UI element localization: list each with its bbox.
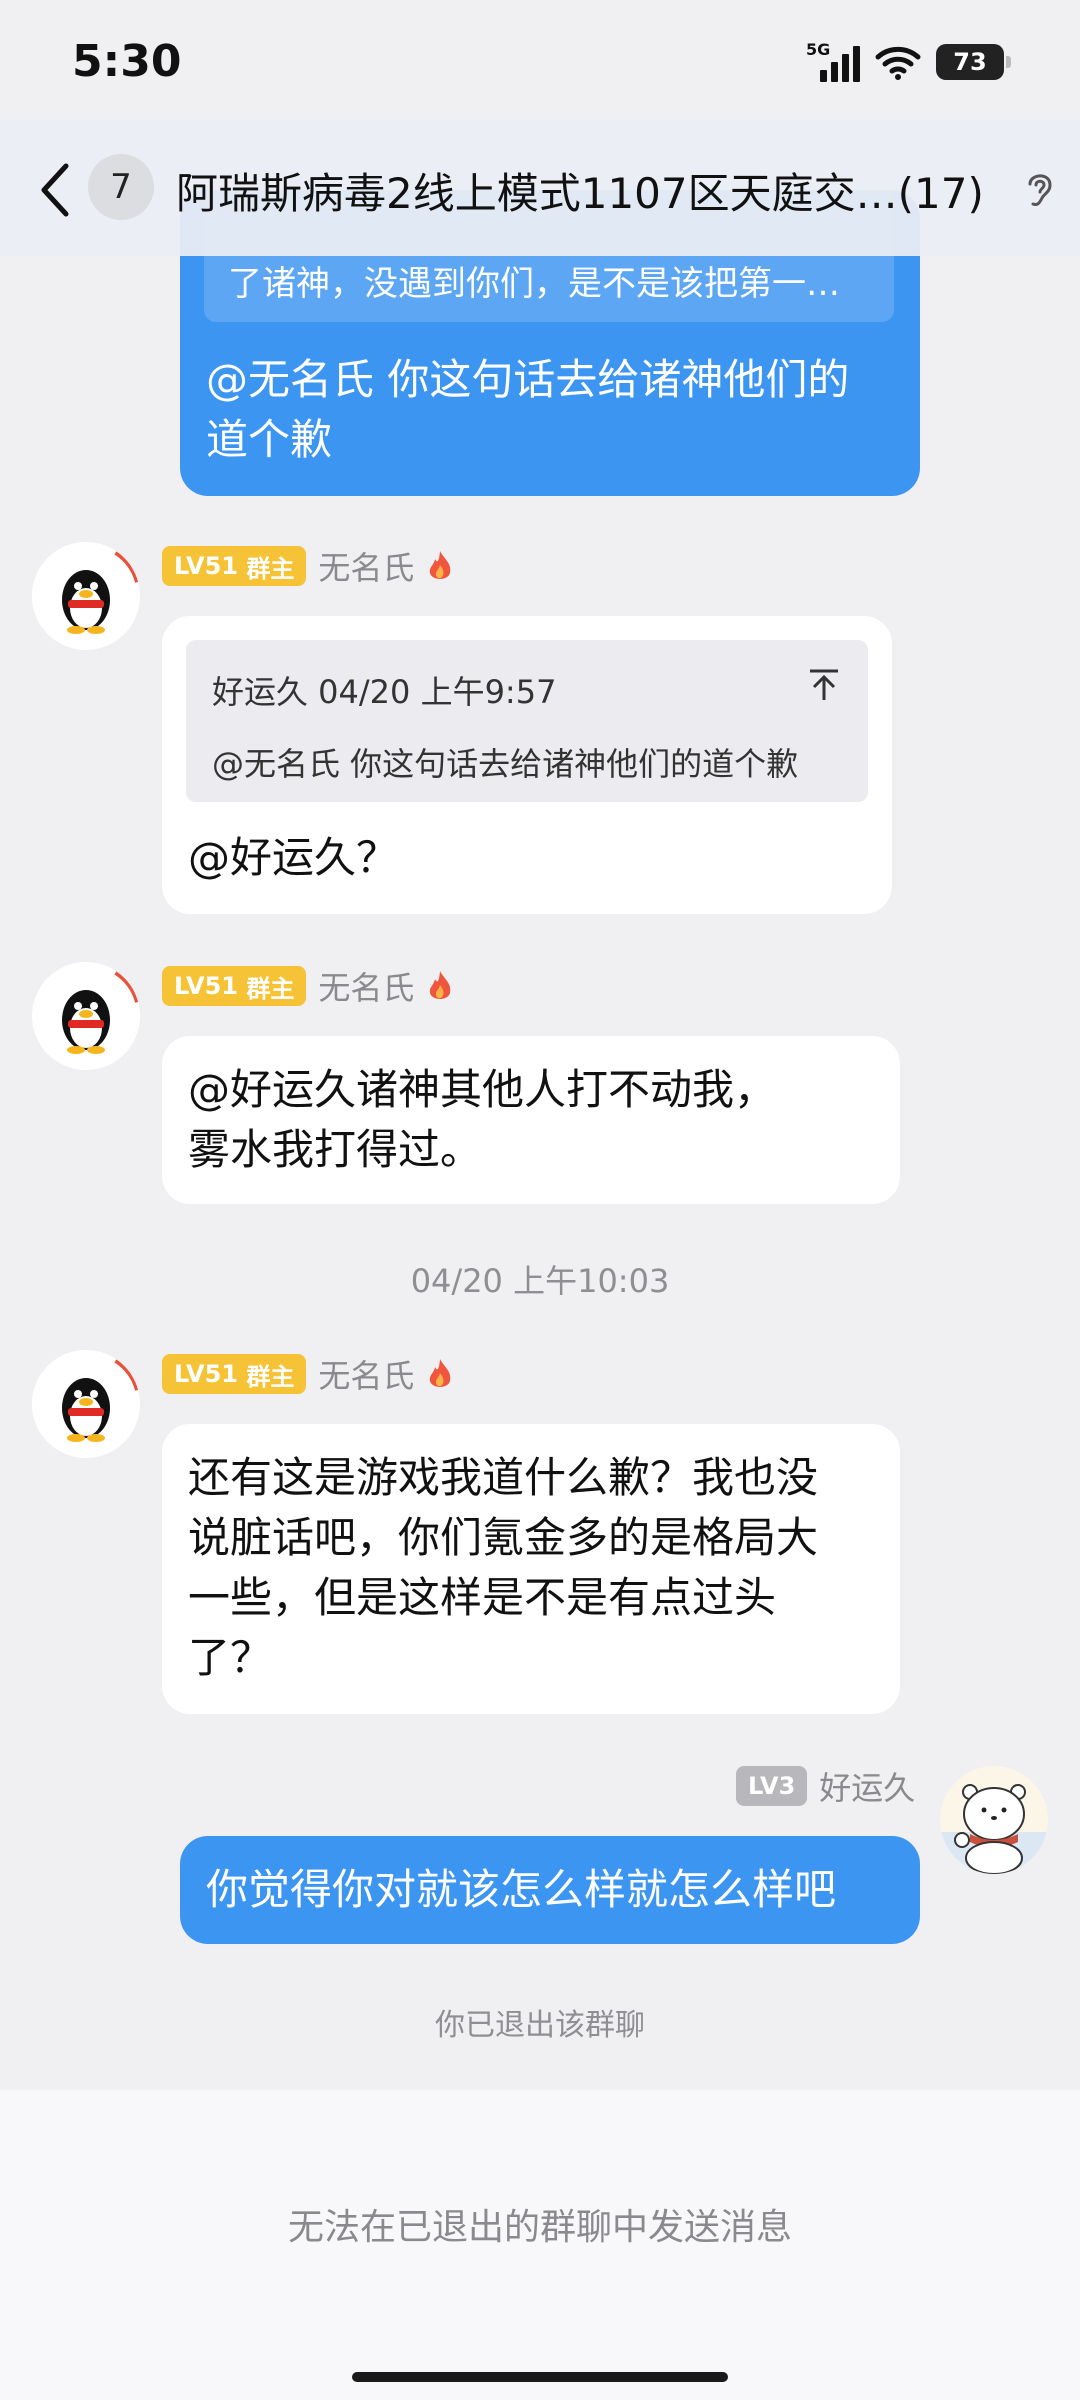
message-text: 你觉得你对就该怎么样就怎么样吧 (206, 1865, 837, 1914)
quoted-message[interactable]: 好运久 04/20 上午9:57 @无名氏 你这句话去给诸神他们的道个歉 (186, 640, 868, 802)
cannot-send-notice: 无法在已退出的群聊中发送消息 (287, 2207, 792, 2248)
unread-count-badge[interactable]: 7 (88, 154, 154, 220)
fire-icon (430, 1359, 451, 1387)
battery-icon: 73 (936, 44, 1011, 80)
message-bubble-self[interactable]: 你觉得你对就该怎么样就怎么样吧 (180, 1836, 920, 1944)
sender-name[interactable]: 无名氏 (318, 543, 414, 589)
cellular-signal-icon: 5G (806, 40, 860, 82)
quoted-message-text: 了诸神，没遇到你们，是不是该把第一… (228, 264, 840, 304)
message-text: @好运久？ (188, 833, 399, 882)
sender-row: LV51 群主 无名氏 (162, 544, 454, 588)
message-text: @好运久诸神其他人打不动我， 雾水我打得过。 (188, 1065, 777, 1174)
message-bubble-other[interactable]: 好运久 04/20 上午9:57 @无名氏 你这句话去给诸神他们的道个歉 @好运… (162, 616, 892, 914)
avatar-penguin[interactable] (32, 542, 140, 650)
system-notice: 你已退出该群聊 (435, 2008, 645, 2043)
wifi-icon (875, 46, 921, 80)
status-time: 5:30 (72, 36, 182, 87)
message-text: 还有这是游戏我道什么歉？我也没 说脏话吧，你们氪金多的是格局大 一些，但是这样是… (188, 1453, 819, 1682)
avatar-penguin[interactable] (32, 962, 140, 1070)
sender-name[interactable]: 好运久 (819, 1763, 915, 1809)
level-badge: LV51 群主 (162, 546, 307, 586)
input-area-disabled: 无法在已退出的群聊中发送消息 (0, 2090, 1080, 2400)
chat-title[interactable]: 阿瑞斯病毒2线上模式1107区天庭交…(17) (176, 160, 984, 221)
message-timestamp: 04/20 上午10:03 (410, 1262, 670, 1300)
chat-area[interactable]: @无名氏 你这句话去给诸神他们的 道个歉 了诸神，没遇到你们，是不是该把第一… … (0, 0, 1080, 2090)
message-text: @无名氏 你这句话去给诸神他们的 道个歉 (206, 355, 850, 464)
sender-row: LV3 好运久 (736, 1764, 915, 1808)
ear-icon[interactable] (1022, 168, 1058, 210)
avatar-penguin[interactable] (32, 1350, 140, 1458)
level-badge: LV51 群主 (162, 966, 307, 1006)
fire-icon (430, 971, 451, 999)
level-badge: LV3 (736, 1766, 808, 1806)
message-bubble-other[interactable]: 还有这是游戏我道什么歉？我也没 说脏话吧，你们氪金多的是格局大 一些，但是这样是… (162, 1424, 900, 1714)
status-bar: 5:30 5G 73 (0, 0, 1080, 120)
home-indicator[interactable] (352, 2372, 728, 2382)
level-badge: LV51 群主 (162, 1354, 307, 1394)
sender-name[interactable]: 无名氏 (318, 963, 414, 1009)
quote-header: 好运久 04/20 上午9:57 (212, 673, 557, 711)
jump-to-quote-icon[interactable] (808, 668, 840, 702)
message-bubble-other[interactable]: @好运久诸神其他人打不动我， 雾水我打得过。 (162, 1036, 900, 1204)
sender-name[interactable]: 无名氏 (318, 1351, 414, 1397)
quote-body: @无名氏 你这句话去给诸神他们的道个歉 (212, 745, 799, 783)
back-arrow-icon[interactable] (36, 158, 76, 222)
fire-icon (430, 551, 451, 579)
sender-row: LV51 群主 无名氏 (162, 1352, 454, 1396)
sender-row: LV51 群主 无名氏 (162, 964, 454, 1008)
avatar-polar-bear[interactable] (940, 1766, 1048, 1874)
